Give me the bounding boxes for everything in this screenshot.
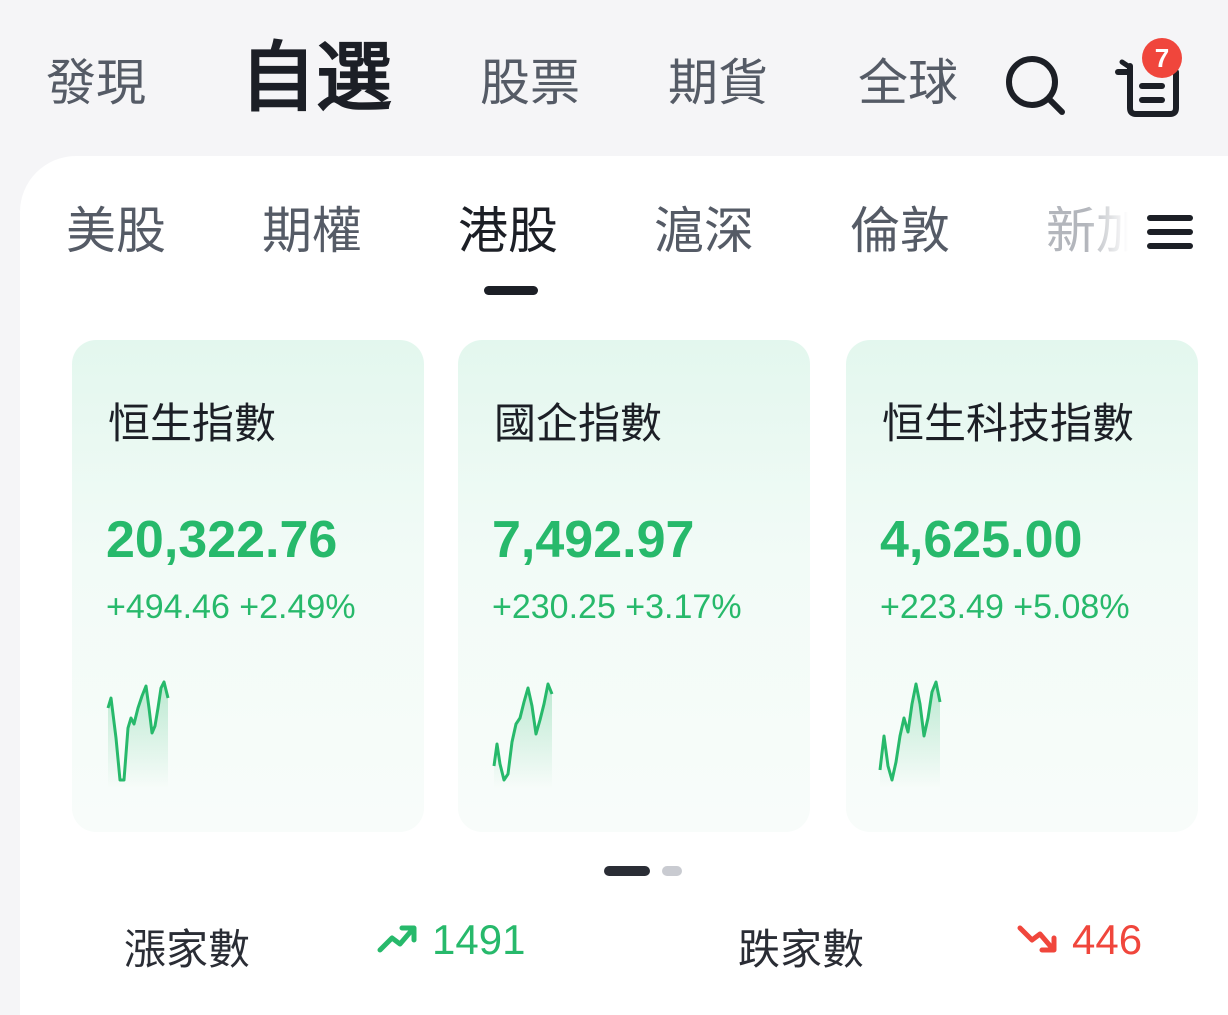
index-name: 國企指數 <box>494 399 663 448</box>
tab-fade-mask <box>1086 196 1146 266</box>
market-tab-options[interactable]: 期權 <box>262 206 362 256</box>
market-tab-london[interactable]: 倫敦 <box>850 206 950 256</box>
tab-global[interactable]: 全球 <box>858 58 958 108</box>
top-navigation: 發現 自選 股票 期貨 全球 7 <box>0 0 1228 160</box>
tab-stocks[interactable]: 股票 <box>480 58 580 108</box>
notification-badge: 7 <box>1142 38 1182 78</box>
trend-up-icon <box>377 925 417 953</box>
index-change: +230.25 +3.17% <box>492 588 742 626</box>
market-tab-us[interactable]: 美股 <box>66 206 166 256</box>
pager-dot-active[interactable] <box>604 866 650 876</box>
index-name: 恒生指數 <box>108 399 277 448</box>
tab-discover[interactable]: 發現 <box>46 58 146 108</box>
tab-watchlist[interactable]: 自選 <box>240 40 392 116</box>
index-card-hstech[interactable]: 恒生科技指數 4,625.00 +223.49 +5.08% <box>846 340 1198 832</box>
index-name: 恒生科技指數 <box>882 399 1135 448</box>
search-button[interactable] <box>1002 52 1068 118</box>
sparkline-chart <box>878 680 942 788</box>
index-value: 20,322.76 <box>106 511 338 569</box>
index-value: 4,625.00 <box>880 511 1083 569</box>
pager-dot[interactable] <box>662 866 682 876</box>
active-tab-indicator <box>484 286 538 295</box>
index-change: +494.46 +2.49% <box>106 588 356 626</box>
hamburger-menu-icon <box>1147 215 1193 249</box>
decliners-count: 446 <box>1072 916 1143 963</box>
search-icon <box>1006 56 1065 115</box>
index-card-hsi[interactable]: 恒生指數 20,322.76 +494.46 +2.49% <box>72 340 424 832</box>
advancers-count: 1491 <box>432 916 526 963</box>
market-tab-shsz[interactable]: 滬深 <box>654 206 754 256</box>
index-change: +223.49 +5.08% <box>880 588 1130 626</box>
advancers-label: 漲家數 <box>124 925 251 974</box>
market-menu-button[interactable] <box>1146 212 1194 252</box>
sparkline-chart <box>106 680 170 788</box>
trend-down-icon <box>1017 925 1057 953</box>
index-card-hscei[interactable]: 國企指數 7,492.97 +230.25 +3.17% <box>458 340 810 832</box>
sparkline-chart <box>492 682 554 788</box>
market-tab-hk[interactable]: 港股 <box>458 206 558 256</box>
decliners-label: 跌家數 <box>738 925 865 974</box>
tab-futures[interactable]: 期貨 <box>668 58 768 108</box>
index-value: 7,492.97 <box>492 511 695 569</box>
